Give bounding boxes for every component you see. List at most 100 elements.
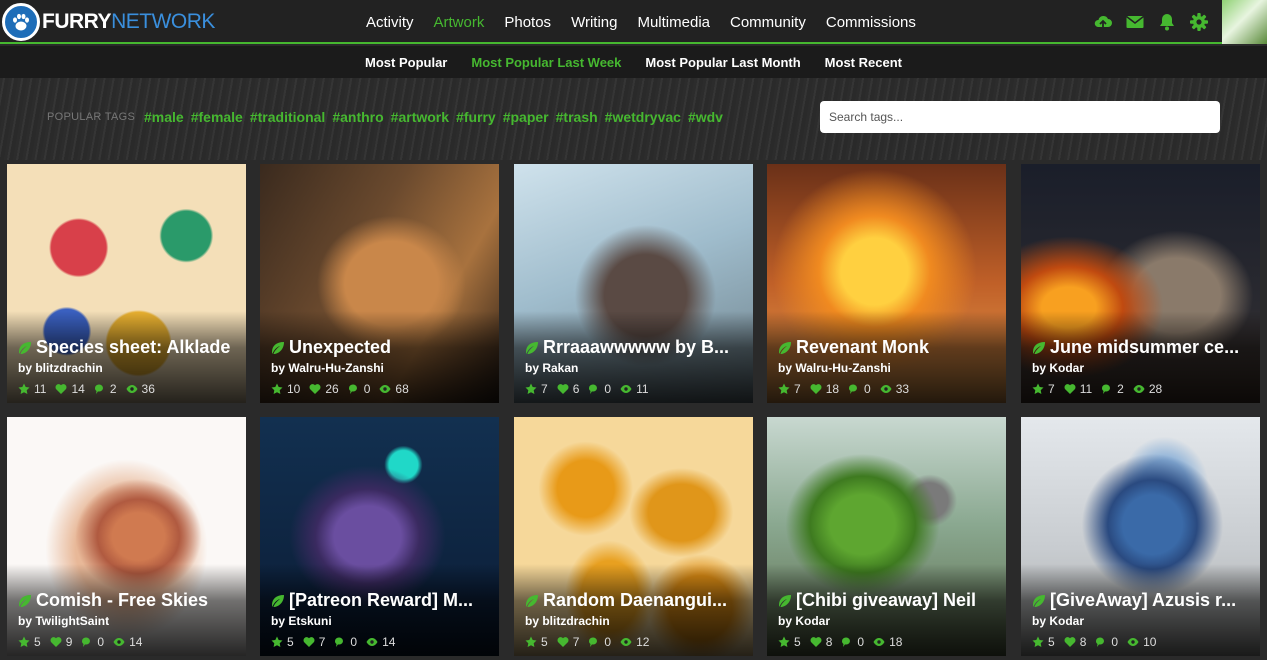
brand-logo[interactable]: FURRYNETWORK [2, 3, 215, 41]
subnav-most-popular-last-week[interactable]: Most Popular Last Week [471, 55, 621, 70]
card-title: Rrraaawwwww by B... [524, 337, 745, 358]
card-stats: 7 18 0 33 [778, 382, 918, 396]
star-icon [271, 636, 283, 647]
leaf-icon [526, 594, 538, 607]
artwork-card[interactable]: Species sheet: Alklade by blitzdrachin 1… [7, 164, 246, 403]
subnav-most-popular-last-month[interactable]: Most Popular Last Month [645, 55, 800, 70]
leaf-icon [19, 594, 31, 607]
nav-community[interactable]: Community [730, 14, 806, 31]
eye-icon [620, 385, 632, 393]
nav-activity[interactable]: Activity [366, 14, 414, 31]
card-title-text: [Patreon Reward] M... [289, 590, 474, 610]
artwork-card[interactable]: Random Daenangui... by blitzdrachin 5 7 … [514, 417, 753, 656]
tag-link[interactable]: #wetdryvac [605, 109, 681, 125]
comment-icon [1096, 637, 1105, 647]
view-count: 14 [129, 635, 143, 649]
star-icon [18, 383, 30, 394]
tag-link[interactable]: #furry [456, 109, 496, 125]
card-author[interactable]: by Etskuni [271, 614, 332, 628]
comment-icon [849, 384, 858, 394]
gear-icon[interactable] [1189, 12, 1209, 32]
star-count: 5 [794, 635, 801, 649]
tag-link[interactable]: #male [144, 109, 184, 125]
artwork-card[interactable]: Comish - Free Skies by TwilightSaint 5 9… [7, 417, 246, 656]
artwork-card[interactable]: June midsummer ce... by Kodar 7 11 2 28 [1021, 164, 1260, 403]
card-author[interactable]: by Kodar [1032, 361, 1084, 375]
comment-count: 0 [363, 382, 371, 396]
card-title: Comish - Free Skies [17, 590, 238, 611]
artwork-card[interactable]: [GiveAway] Azusis r... by Kodar 5 8 0 10 [1021, 417, 1260, 656]
star-count: 5 [287, 635, 294, 649]
view-count: 12 [636, 635, 650, 649]
card-author[interactable]: by Walru-Hu-Zanshi [271, 361, 384, 375]
like-count: 9 [65, 635, 73, 649]
leaf-icon [19, 341, 31, 354]
tag-link[interactable]: #female [191, 109, 243, 125]
comment-count: 2 [1117, 382, 1124, 396]
card-stats: 7 11 2 28 [1032, 382, 1171, 396]
artwork-card[interactable]: [Chibi giveaway] Neil by Kodar 5 8 0 18 [767, 417, 1006, 656]
card-author[interactable]: by blitzdrachin [525, 614, 610, 628]
popular-tags-bar: POPULAR TAGS #male #female #traditional … [0, 78, 1267, 160]
comment-count: 0 [97, 635, 105, 649]
star-icon [271, 383, 283, 394]
tag-link[interactable]: #artwork [391, 109, 449, 125]
star-icon [778, 383, 790, 394]
tag-link[interactable]: #trash [556, 109, 598, 125]
mail-icon[interactable] [1125, 12, 1145, 32]
top-navbar: FURRYNETWORK Activity Artwork Photos Wri… [0, 0, 1267, 44]
star-icon [525, 383, 537, 394]
heart-icon [557, 637, 569, 647]
like-count: 8 [825, 635, 833, 649]
card-title: Revenant Monk [777, 337, 998, 358]
card-title: Species sheet: Alklade [17, 337, 238, 358]
nav-photos[interactable]: Photos [504, 14, 551, 31]
tag-link[interactable]: #anthro [332, 109, 383, 125]
comment-count: 0 [1111, 635, 1119, 649]
card-title-text: Rrraaawwwww by B... [543, 337, 730, 357]
star-icon [1032, 383, 1044, 394]
card-title-text: June midsummer ce... [1050, 337, 1240, 357]
subnav-most-recent[interactable]: Most Recent [825, 55, 902, 70]
card-stats: 11 14 2 36 [18, 382, 164, 396]
artwork-card[interactable]: [Patreon Reward] M... by Etskuni 5 7 0 1… [260, 417, 499, 656]
tag-link[interactable]: #paper [503, 109, 549, 125]
card-author[interactable]: by blitzdrachin [18, 361, 103, 375]
eye-icon [880, 385, 892, 393]
nav-writing[interactable]: Writing [571, 14, 617, 31]
nav-artwork[interactable]: Artwork [434, 14, 485, 31]
bell-icon[interactable] [1157, 12, 1177, 32]
upload-icon[interactable] [1093, 12, 1113, 32]
star-icon [18, 636, 30, 647]
artwork-card[interactable]: Unexpected by Walru-Hu-Zanshi 10 26 0 68 [260, 164, 499, 403]
heart-icon [55, 384, 67, 394]
nav-commissions[interactable]: Commissions [826, 14, 916, 31]
user-avatar[interactable] [1222, 0, 1267, 44]
card-author[interactable]: by Kodar [1032, 614, 1084, 628]
card-author[interactable]: by Kodar [778, 614, 830, 628]
card-author[interactable]: by TwilightSaint [18, 614, 109, 628]
tag-link[interactable]: #traditional [250, 109, 325, 125]
eye-icon [1133, 385, 1145, 393]
card-author[interactable]: by Rakan [525, 361, 578, 375]
nav-multimedia[interactable]: Multimedia [637, 14, 710, 31]
view-count: 10 [1143, 635, 1157, 649]
leaf-icon [779, 341, 791, 354]
card-title-text: Unexpected [289, 337, 392, 357]
artwork-card[interactable]: Rrraaawwwww by B... by Rakan 7 6 0 11 [514, 164, 753, 403]
comment-count: 2 [109, 382, 117, 396]
heart-icon [1064, 637, 1076, 647]
card-author[interactable]: by Walru-Hu-Zanshi [778, 361, 891, 375]
leaf-icon [779, 594, 791, 607]
card-title: June midsummer ce... [1031, 337, 1252, 358]
subnav-most-popular[interactable]: Most Popular [365, 55, 447, 70]
view-count: 68 [395, 382, 409, 396]
tag-link[interactable]: #wdv [688, 109, 723, 125]
heart-icon [810, 384, 822, 394]
tag-search-input[interactable] [820, 101, 1220, 133]
star-count: 11 [34, 382, 47, 396]
heart-icon [1064, 384, 1076, 394]
artwork-card[interactable]: Revenant Monk by Walru-Hu-Zanshi 7 18 0 … [767, 164, 1006, 403]
card-title: Unexpected [270, 337, 491, 358]
view-count: 18 [889, 635, 903, 649]
